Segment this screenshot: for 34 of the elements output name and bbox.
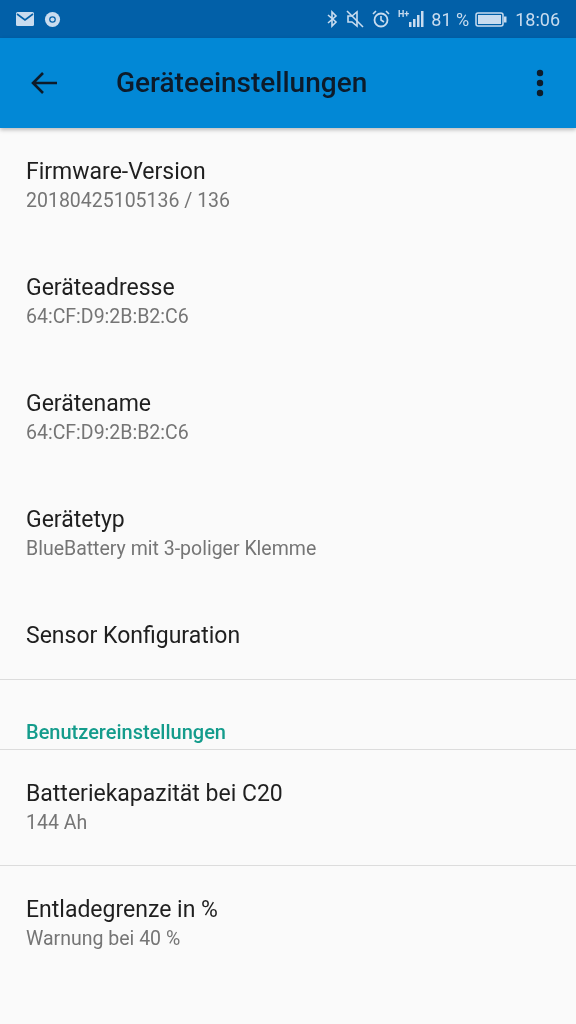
preference-item[interactable]: Entladegrenze in % Warnung bei 40 % xyxy=(0,866,576,982)
preference-item[interactable]: Firmware-Version 20180425105136 / 136 xyxy=(0,128,576,244)
preference-title: Gerätename xyxy=(26,389,153,419)
preference-title: Gerätetyp xyxy=(26,505,126,535)
preference-summary: Warnung bei 40 % xyxy=(26,926,182,952)
preference-item[interactable]: Gerätetyp BlueBattery mit 3-poliger Klemme xyxy=(0,476,576,592)
mail-icon xyxy=(16,12,34,26)
battery-percent: 81 % xyxy=(431,7,470,32)
preference-item[interactable]: Gerätename 64:CF:D9:2B:B2:C6 xyxy=(0,360,576,476)
back-arrow-icon xyxy=(30,71,58,95)
preference-summary: 64:CF:D9:2B:B2:C6 xyxy=(26,304,190,330)
preference-item[interactable]: Geräteadresse 64:CF:D9:2B:B2:C6 xyxy=(0,244,576,360)
preference-title: Firmware-Version xyxy=(26,157,207,187)
preference-summary: 64:CF:D9:2B:B2:C6 xyxy=(26,420,190,446)
preference-summary: BlueBattery mit 3-poliger Klemme xyxy=(26,536,318,562)
clock: 18:06 xyxy=(515,7,560,32)
preference-item[interactable]: Sensor Konfiguration xyxy=(0,592,576,680)
preference-summary: 144 Ah xyxy=(26,809,89,836)
preference-title: Entladegrenze in % xyxy=(26,895,219,925)
bluetooth-icon xyxy=(326,10,338,28)
more-vertical-icon xyxy=(536,69,544,97)
signal-icon xyxy=(409,11,426,27)
category-header: Benutzereinstellungen xyxy=(26,719,226,746)
preference-title: Geräteadresse xyxy=(26,273,176,303)
browser-icon xyxy=(44,10,61,28)
preference-summary: 20180425105136 / 136 xyxy=(26,188,232,214)
alarm-icon xyxy=(372,10,390,28)
preference-item[interactable]: Batteriekapazität bei C20 144 Ah xyxy=(0,750,576,866)
muted-speaker-icon xyxy=(346,10,364,28)
network-type: H+ xyxy=(398,10,410,19)
screen-title: Geräteeinstellungen xyxy=(116,65,369,101)
preference-title: Batteriekapazität bei C20 xyxy=(26,778,284,809)
battery-icon xyxy=(475,11,508,27)
preference-title: Sensor Konfiguration xyxy=(26,620,242,651)
